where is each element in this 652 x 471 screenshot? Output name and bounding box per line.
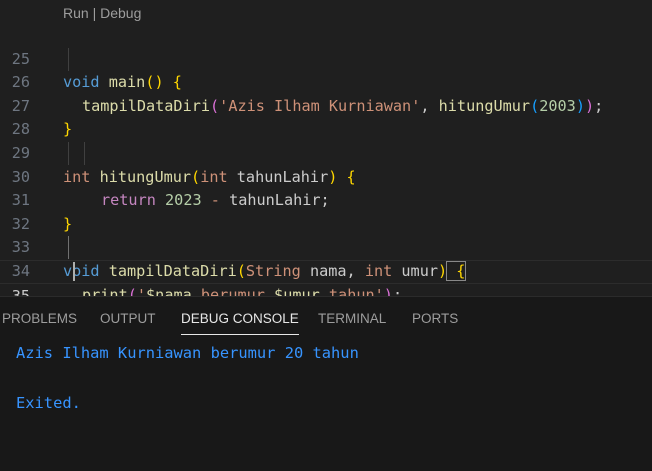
indent-guide — [68, 142, 69, 165]
text-cursor — [73, 262, 75, 281]
tab-terminal[interactable]: TERMINAL — [318, 311, 386, 326]
code-line: 25 void main() { — [0, 24, 652, 92]
panel-tabs: PROBLEMS OUTPUT DEBUG CONSOLE TERMINAL P… — [0, 297, 652, 341]
code-line: 29 int hitungUmur(int tahunLahir) { — [0, 118, 652, 186]
console-exit-line: Exited. — [16, 394, 81, 412]
code-line: 31 } — [0, 166, 652, 233]
code-line: 32 — [0, 189, 652, 233]
bottom-panel: PROBLEMS OUTPUT DEBUG CONSOLE TERMINAL P… — [0, 296, 652, 471]
code-line: 26 tampilDataDiri('Azis Ilham Kurniawan'… — [0, 48, 652, 115]
code-line-partial — [0, 284, 652, 296]
indent-guide — [68, 48, 69, 71]
code-line: 34 print('$nama berumur $umur tahun'); — [0, 236, 652, 296]
code-editor[interactable]: Run | Debug 25 void main() { 26 tampilDa… — [0, 0, 652, 296]
code-line: 30 return 2023 - tahunLahir; — [0, 142, 652, 210]
codelens-run-debug[interactable]: Run | Debug — [63, 5, 141, 21]
tab-debug-console[interactable]: DEBUG CONSOLE — [181, 311, 299, 335]
tab-ports[interactable]: PORTS — [412, 311, 458, 326]
indent-guide-active — [68, 236, 69, 259]
code-line: 33 void tampilDataDiri(String nama, int … — [0, 213, 652, 281]
indent-guide — [84, 142, 85, 165]
code-line: 28 — [0, 95, 652, 138]
console-output-line: Azis Ilham Kurniawan berumur 20 tahun — [16, 344, 359, 362]
code-line-current: 35 } — [0, 260, 652, 296]
tab-output[interactable]: OUTPUT — [100, 311, 156, 326]
code-line: 27 } — [0, 71, 652, 139]
tab-problems[interactable]: PROBLEMS — [2, 311, 77, 326]
